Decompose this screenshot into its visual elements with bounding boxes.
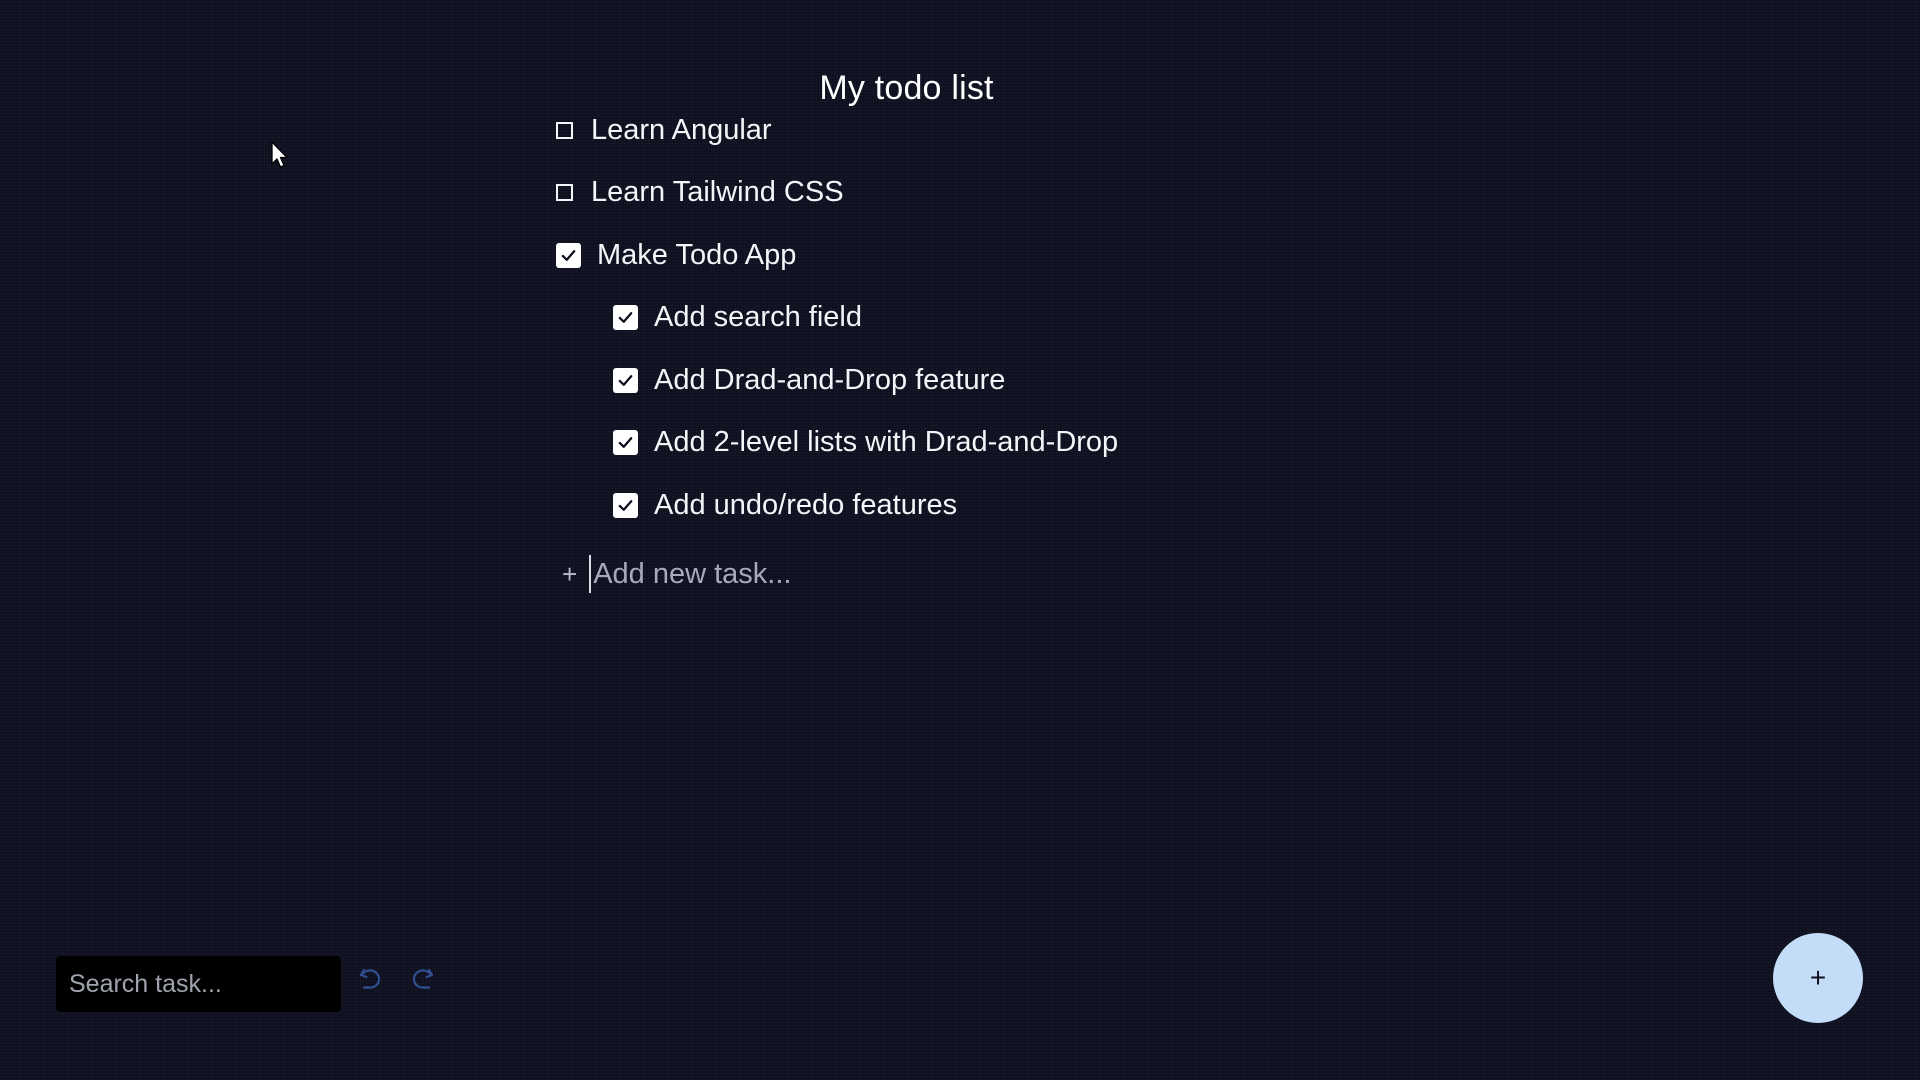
- checkbox-checked[interactable]: [613, 492, 638, 518]
- todo-item[interactable]: Learn Tailwind CSS: [556, 172, 844, 212]
- todo-item-label: Add search field: [654, 300, 862, 333]
- page-title: My todo list: [819, 68, 994, 107]
- plus-icon: +: [1809, 962, 1827, 993]
- checkbox-checked[interactable]: [556, 242, 581, 268]
- checkbox-unchecked[interactable]: [556, 121, 573, 139]
- checkbox-checked[interactable]: [613, 429, 638, 455]
- checkmark-icon: [618, 374, 633, 386]
- undo-icon: [359, 968, 381, 989]
- subtodo-item[interactable]: Add search field: [613, 297, 862, 337]
- redo-button[interactable]: [405, 963, 439, 997]
- redo-icon: [412, 968, 434, 989]
- add-task-input[interactable]: [589, 555, 1014, 593]
- checkmark-icon: [618, 499, 633, 511]
- checkbox-checked[interactable]: [613, 304, 638, 330]
- subtodo-item[interactable]: Add Drad-and-Drop feature: [613, 360, 1005, 400]
- checkbox-checked[interactable]: [613, 367, 638, 393]
- checkmark-icon: [618, 311, 633, 323]
- search-input[interactable]: [56, 956, 341, 1012]
- checkmark-icon: [561, 249, 576, 261]
- todo-item-label: Make Todo App: [597, 238, 797, 271]
- mouse-cursor-icon: [271, 141, 288, 168]
- subtodo-item[interactable]: Add undo/redo features: [613, 485, 957, 525]
- checkbox-unchecked[interactable]: [556, 183, 573, 201]
- todo-item-label: Learn Angular: [591, 113, 772, 146]
- todo-item-label: Learn Tailwind CSS: [591, 175, 844, 208]
- subtodo-item[interactable]: Add 2-level lists with Drad-and-Drop: [613, 422, 1118, 462]
- todo-item-label: Add 2-level lists with Drad-and-Drop: [654, 425, 1119, 458]
- undo-button[interactable]: [354, 963, 388, 997]
- todo-item[interactable]: Make Todo App: [556, 235, 796, 275]
- todo-item-label: Add Drad-and-Drop feature: [654, 363, 1006, 396]
- add-list-button[interactable]: +: [1773, 933, 1863, 1023]
- plus-icon: +: [562, 559, 578, 589]
- todo-item[interactable]: Learn Angular: [556, 110, 772, 150]
- todo-item-label: Add undo/redo features: [654, 488, 958, 521]
- checkmark-icon: [618, 436, 633, 448]
- add-task-row: +: [562, 554, 1014, 594]
